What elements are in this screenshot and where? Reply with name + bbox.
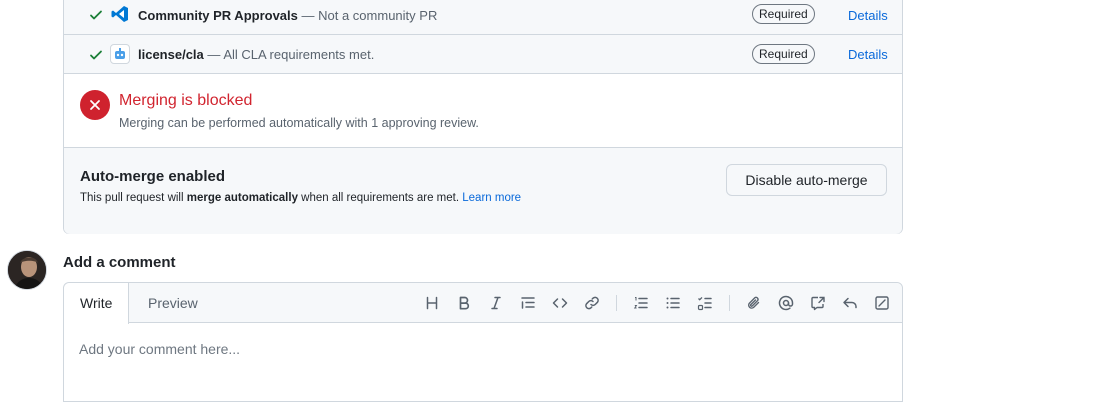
vscode-icon (110, 4, 130, 24)
bold-icon[interactable] (455, 294, 473, 312)
auto-merge-section: Auto-merge enabled This pull request wil… (64, 148, 902, 234)
code-icon[interactable] (551, 294, 569, 312)
numbered-list-icon[interactable] (632, 294, 650, 312)
merge-blocked-subtitle: Merging can be performed automatically w… (119, 116, 479, 130)
toolbar-divider (729, 295, 730, 311)
cla-bot-icon (110, 44, 130, 64)
check-separator: — (301, 8, 315, 23)
reply-icon[interactable] (841, 294, 859, 312)
quote-icon[interactable] (519, 294, 537, 312)
auto-merge-text: This pull request will (80, 192, 184, 204)
fullscreen-icon[interactable] (873, 294, 891, 312)
editor-toolbar: Write Preview (64, 283, 902, 324)
comment-textarea[interactable]: Add your comment here... (79, 341, 240, 357)
check-description: Not a community PR (318, 8, 438, 23)
auto-merge-description: This pull request will merge automatical… (80, 192, 521, 204)
x-circle-icon (80, 90, 110, 120)
check-name: Community PR Approvals (138, 8, 298, 23)
avatar[interactable] (7, 250, 47, 290)
auto-merge-text: when all requirements are met. (301, 192, 460, 204)
italic-icon[interactable] (487, 294, 505, 312)
add-comment-heading: Add a comment (63, 254, 176, 271)
task-list-icon[interactable] (696, 294, 714, 312)
toolbar-divider (616, 295, 617, 311)
disable-auto-merge-button[interactable]: Disable auto-merge (726, 164, 887, 196)
learn-more-link[interactable]: Learn more (462, 192, 521, 204)
details-link[interactable]: Details (848, 47, 888, 62)
check-name: license/cla (138, 47, 204, 62)
status-check-row: license/cla — All CLA requirements met. … (64, 35, 902, 74)
heading-icon[interactable] (423, 294, 441, 312)
link-icon[interactable] (583, 294, 601, 312)
merge-box: Community PR Approvals — Not a community… (63, 0, 903, 234)
comment-editor: Write Preview Add your comment here... (63, 282, 903, 402)
cross-reference-icon[interactable] (809, 294, 827, 312)
auto-merge-title: Auto-merge enabled (80, 168, 226, 185)
mention-icon[interactable] (777, 294, 795, 312)
details-link[interactable]: Details (848, 8, 888, 23)
required-badge: Required (752, 44, 815, 64)
check-separator: — (207, 47, 221, 62)
tab-preview[interactable]: Preview (132, 283, 214, 323)
attachment-icon[interactable] (745, 294, 763, 312)
merge-blocked-section: Merging is blocked Merging can be perfor… (64, 74, 902, 148)
merge-blocked-title: Merging is blocked (119, 92, 253, 109)
check-text: Community PR Approvals — Not a community… (138, 8, 437, 23)
check-icon (88, 47, 104, 63)
check-icon (88, 7, 104, 23)
auto-merge-bold-text: merge automatically (186, 192, 298, 204)
status-check-row: Community PR Approvals — Not a community… (64, 0, 902, 35)
required-badge: Required (752, 4, 815, 24)
check-description: All CLA requirements met. (223, 47, 375, 62)
tab-write[interactable]: Write (64, 283, 130, 324)
bulleted-list-icon[interactable] (664, 294, 682, 312)
check-text: license/cla — All CLA requirements met. (138, 47, 374, 62)
